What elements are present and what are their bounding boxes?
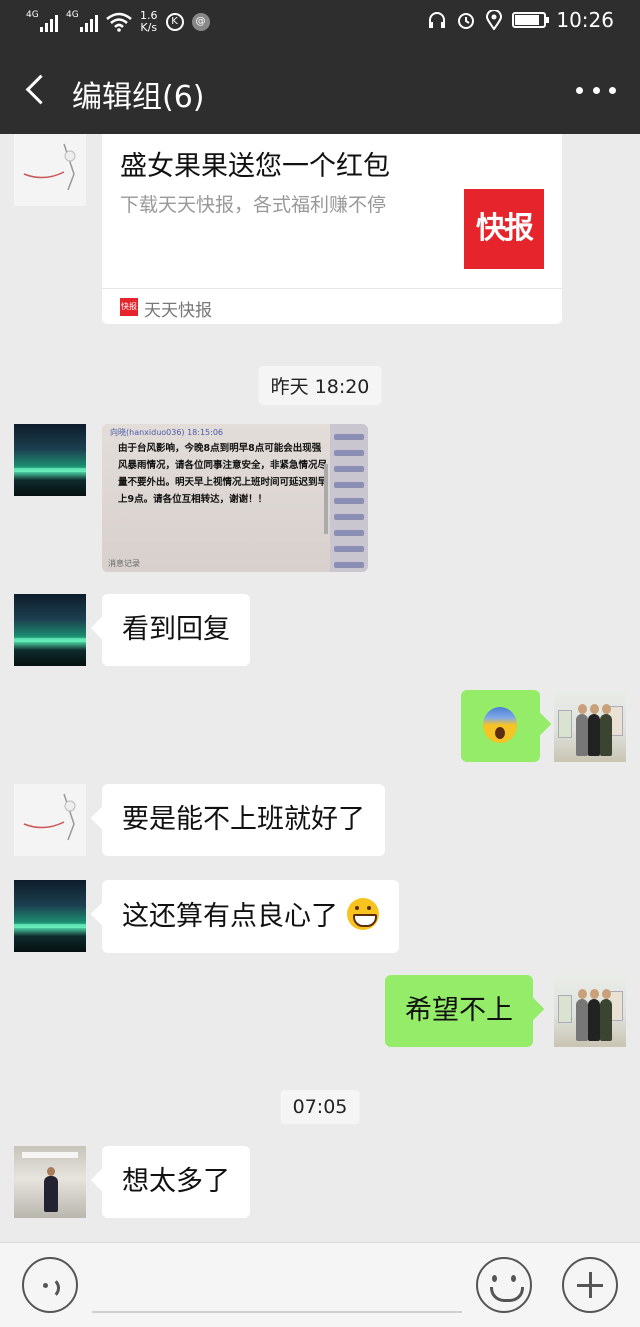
avatar[interactable] [14,424,86,496]
network-type-label-2: 4G [66,10,79,20]
notification-icon: @ [191,13,210,31]
link-card-description: 下载天天快报，各式福利赚不停 [120,194,387,216]
signal-icon: 4G [26,10,58,32]
message-bubble[interactable]: 想太多了 [102,1146,250,1218]
message-input[interactable] [92,1257,462,1313]
avatar[interactable] [14,784,86,856]
avatar[interactable] [14,594,86,666]
message-bubble[interactable]: 看到回复 [102,594,250,666]
link-card-source: 天天快报 [144,301,212,321]
image-message[interactable]: 向晓(hanxiduo036) 18:15:06 由于台风影响，今晚8点到明早8… [102,424,368,572]
timestamp: 昨天 18:20 [258,366,382,405]
message-bubble[interactable]: 要是能不上班就好了 [102,784,385,856]
k-icon: K [165,13,184,31]
chat-messages[interactable]: 盛女果果送您一个红包 下载天天快报，各式福利赚不停 快报 快报 天天快报 昨天 … [0,134,640,1242]
headset-icon [429,12,446,28]
location-icon [486,10,503,30]
avatar[interactable] [14,880,86,952]
emoji-button[interactable] [476,1257,532,1313]
avatar[interactable] [14,134,86,206]
network-speed-unit: K/s [140,21,158,34]
drawing-avatar-image [23,143,76,191]
avatar-self[interactable] [554,690,626,762]
more-actions-button[interactable] [562,1257,618,1313]
timestamp: 07:05 [280,1090,360,1124]
screaming-face-emoji [483,707,517,743]
input-bar [0,1242,640,1327]
link-card-title: 盛女果果送您一个红包 [120,151,390,182]
battery-icon [512,12,550,28]
source-app-icon: 快报 [120,298,138,316]
link-card-footer: 快报 天天快报 [102,288,562,324]
network-speed: 1.6 K/s [140,10,158,34]
chat-header: 编辑组(6) [0,46,640,134]
status-time: 10:26 [556,8,614,32]
message-bubble-self[interactable] [461,690,540,762]
grinning-face-emoji [346,898,379,930]
screenshot-header: 向晓(hanxiduo036) 18:15:06 [110,428,224,437]
avatar-self[interactable] [554,975,626,1047]
message-text: 这还算有点良心了 [122,901,338,932]
message-bubble[interactable]: 这还算有点良心了 [102,880,399,953]
signal-icon-2: 4G [66,10,98,32]
message-text: 看到回复 [122,614,230,645]
screenshot-scrollbar [324,464,328,534]
status-left: 4G 4G 1.6 K/s K @ [26,10,210,34]
status-right: 10:26 [428,8,614,32]
message-text: 希望不上 [405,995,513,1026]
link-card-thumbnail: 快报 [464,189,544,269]
link-card[interactable]: 盛女果果送您一个红包 下载天天快报，各式福利赚不停 快报 快报 天天快报 [102,134,562,324]
wifi-icon [106,12,132,32]
screenshot-footer: 消息记录 [108,559,140,568]
more-dots-icon [576,86,583,94]
voice-button[interactable] [22,1257,78,1313]
message-bubble-self[interactable]: 希望不上 [385,975,533,1047]
screenshot-window: 向晓(hanxiduo036) 18:15:06 由于台风影响，今晚8点到明早8… [102,424,330,572]
back-button[interactable] [18,70,54,110]
battery-level [515,15,540,25]
chat-title: 编辑组(6) [72,80,205,115]
message-text: 想太多了 [122,1166,230,1197]
message-text: 要是能不上班就好了 [122,804,365,835]
screenshot-contact-list [330,424,368,572]
status-bar: 4G 4G 1.6 K/s K @ 10:26 [0,0,640,46]
alarm-icon [458,13,475,29]
screenshot-text: 由于台风影响，今晚8点到明早8点可能会出现强风暴雨情况，请各位同事注意安全，非紧… [118,443,328,505]
more-button[interactable] [576,76,616,104]
network-type-label: 4G [26,10,39,20]
avatar[interactable] [14,1146,86,1218]
